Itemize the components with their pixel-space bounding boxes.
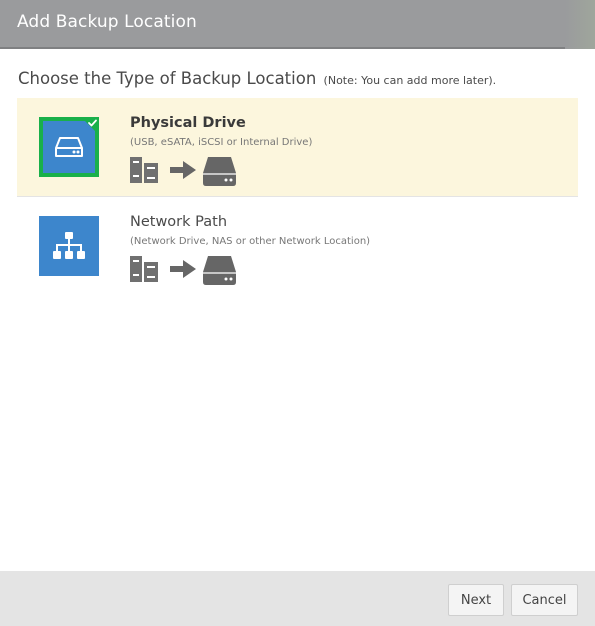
option-subtitle: (Network Drive, NAS or other Network Loc… [130,236,371,247]
next-button[interactable]: Next [448,584,504,616]
option-network-path[interactable]: Network Path (Network Drive, NAS or othe… [17,197,578,296]
title-bar: Add Backup Location [0,0,595,49]
heading-text: Choose the Type of Backup Location [18,69,317,88]
server-to-drive-icon [130,256,236,285]
checkmark-icon [81,117,99,135]
network-icon [53,232,85,259]
title-bar-corner [565,0,595,49]
dialog-footer: Next Cancel [0,571,595,626]
physical-drive-tile [39,117,99,177]
option-subtitle: (USB, eSATA, iSCSI or Internal Drive) [130,137,313,148]
hard-drive-icon [55,137,83,157]
server-to-drive-icon [130,157,236,186]
cancel-button[interactable]: Cancel [511,584,578,616]
option-physical-drive[interactable]: Physical Drive (USB, eSATA, iSCSI or Int… [17,98,578,197]
section-heading: Choose the Type of Backup Location (Note… [18,69,496,88]
option-title: Network Path [130,214,228,230]
network-path-tile [39,216,99,276]
heading-note: (Note: You can add more later). [323,74,497,87]
option-title: Physical Drive [130,115,246,131]
window-title: Add Backup Location [17,12,197,32]
